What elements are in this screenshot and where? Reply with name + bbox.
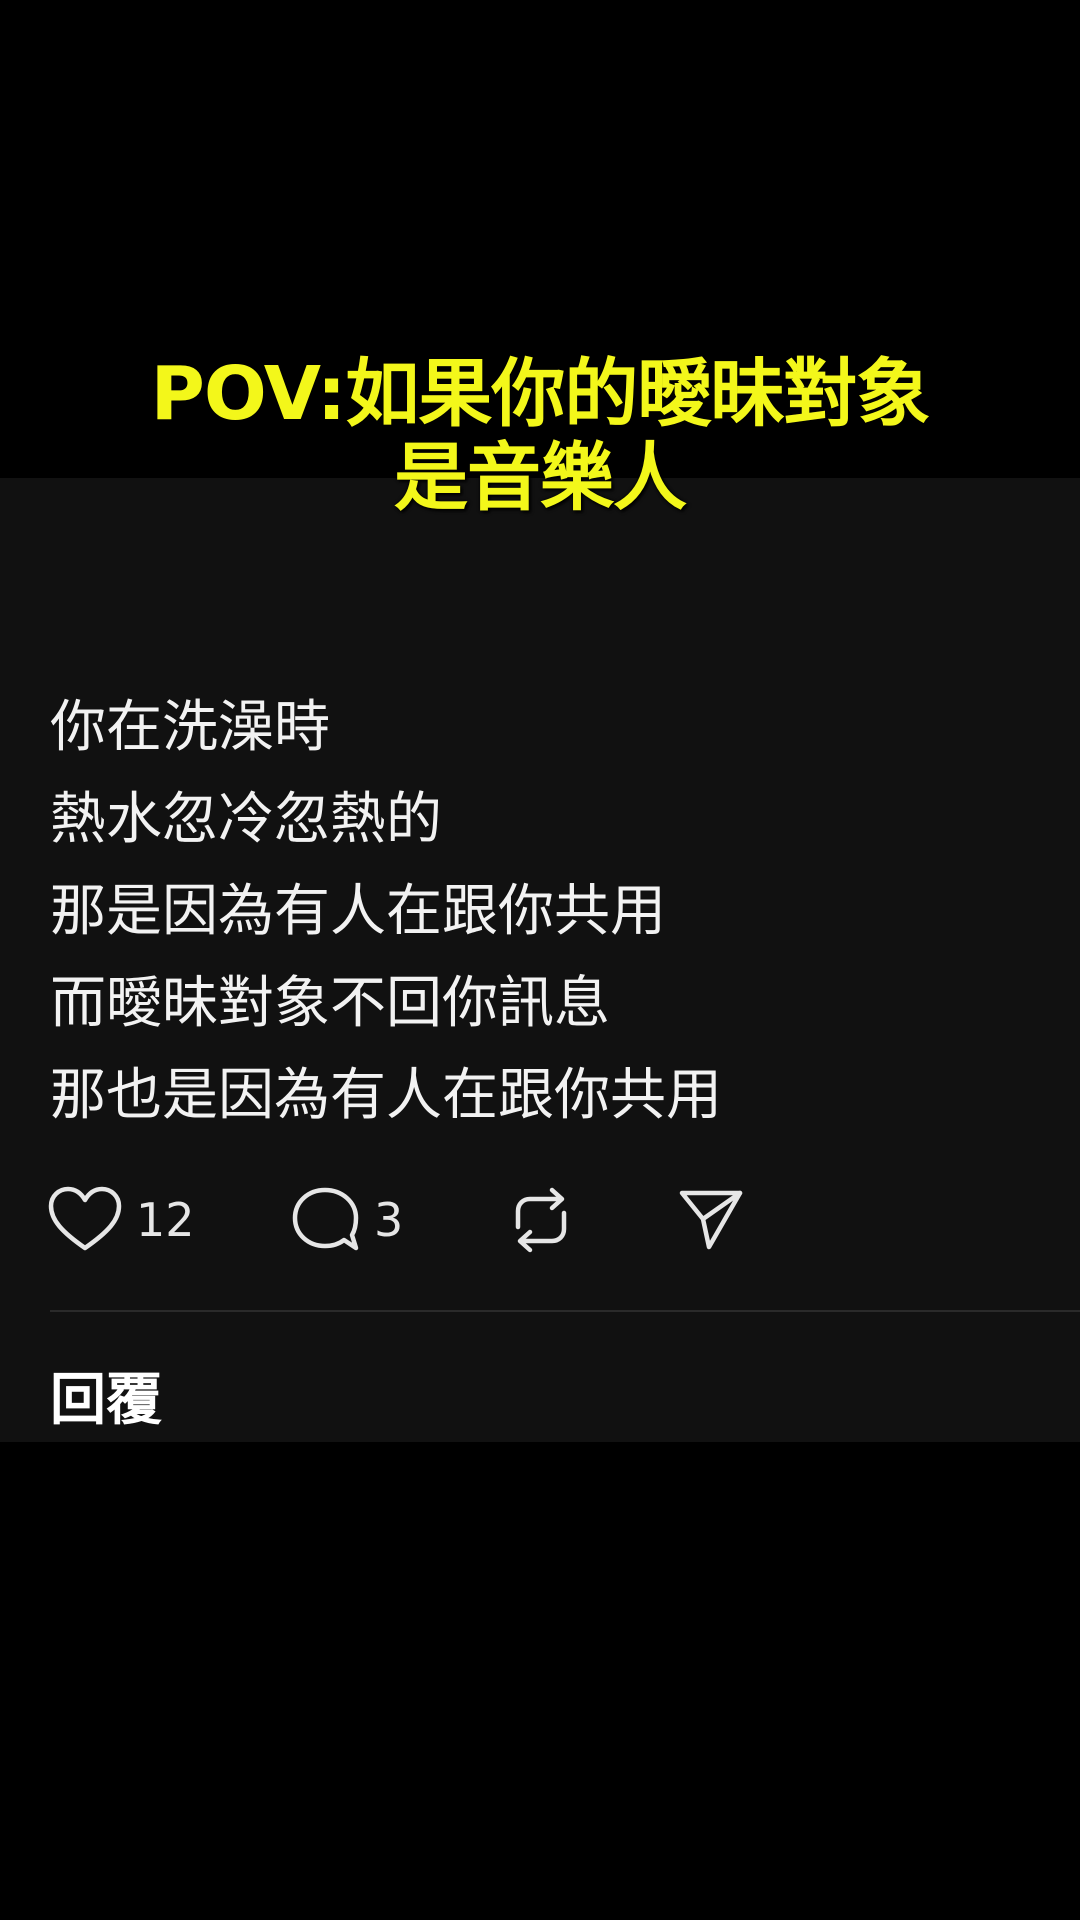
- like-count: 12: [136, 1193, 195, 1247]
- comment-button[interactable]: 3: [290, 1185, 403, 1255]
- post-line: 熱水忽冷忽熱的: [50, 787, 442, 852]
- send-icon: [679, 1190, 743, 1250]
- divider: [50, 1310, 1080, 1312]
- overlay-title-line-1: POV:如果你的曖昧對象: [150, 351, 931, 437]
- post-line: 那也是因為有人在跟你共用: [50, 1063, 722, 1128]
- post-line: 你在洗澡時: [50, 695, 330, 760]
- speech-bubble-icon: [292, 1187, 359, 1251]
- post-line: 而曖昧對象不回你訊息: [50, 971, 610, 1036]
- post-action-bar: 12 3: [48, 1185, 848, 1255]
- post-line: 那是因為有人在跟你共用: [50, 879, 666, 944]
- replies-heading: 回覆: [50, 1368, 162, 1433]
- overlay-title-line-2: 是音樂人: [394, 435, 687, 521]
- repost-button[interactable]: [506, 1185, 576, 1255]
- like-button[interactable]: 12: [48, 1185, 195, 1255]
- repost-icon: [515, 1187, 567, 1253]
- video-overlay-title: POV:如果你的曖昧對象 是音樂人: [0, 352, 1080, 520]
- comment-count: 3: [374, 1193, 404, 1247]
- post-body: 你在洗澡時 熱水忽冷忽熱的 那是因為有人在跟你共用 而曖昧對象不回你訊息 那也是…: [50, 682, 1050, 1142]
- share-button[interactable]: [676, 1185, 746, 1255]
- heart-icon: [48, 1186, 122, 1251]
